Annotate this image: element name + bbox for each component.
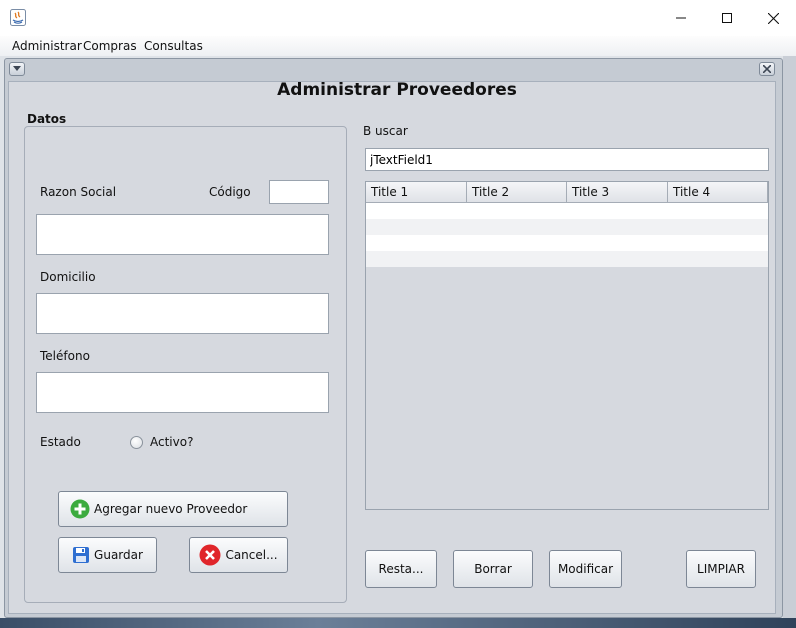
save-icon	[72, 546, 90, 564]
add-provider-label: Agregar nuevo Proveedor	[94, 502, 248, 516]
desktop-edge	[783, 56, 796, 618]
buscar-label: B uscar	[363, 124, 408, 138]
razon-social-field[interactable]	[36, 214, 329, 255]
codigo-label: Código	[209, 185, 251, 199]
clear-button[interactable]: LIMPIAR	[686, 550, 756, 588]
save-button[interactable]: Guardar	[58, 537, 157, 573]
minimize-icon	[676, 17, 686, 19]
taskbar-strip	[0, 618, 796, 628]
save-label: Guardar	[94, 548, 143, 562]
close-button[interactable]	[750, 0, 796, 36]
telefono-label: Teléfono	[40, 349, 90, 363]
search-input[interactable]	[365, 148, 769, 171]
activo-label: Activo?	[150, 435, 194, 449]
cancel-button[interactable]: Cancel...	[189, 537, 288, 573]
column-header-1[interactable]: Title 1	[366, 182, 467, 203]
menu-compras[interactable]: Compras	[83, 36, 137, 56]
menu-administrar[interactable]: Administrar	[12, 36, 82, 56]
menu-consultas[interactable]: Consultas	[144, 36, 203, 56]
table-row[interactable]	[366, 251, 768, 267]
minimize-button[interactable]	[658, 0, 704, 36]
frame-menu-button[interactable]	[9, 62, 25, 76]
add-provider-button[interactable]: Agregar nuevo Proveedor	[58, 491, 288, 527]
delete-button[interactable]: Borrar	[453, 550, 533, 588]
table-row[interactable]	[366, 203, 768, 219]
close-icon	[763, 65, 771, 73]
domicilio-field[interactable]	[36, 293, 329, 334]
close-icon	[767, 12, 779, 24]
domicilio-label: Domicilio	[40, 270, 96, 284]
maximize-icon	[722, 13, 732, 23]
cancel-label: Cancel...	[225, 548, 278, 562]
modify-button[interactable]: Modificar	[549, 550, 622, 588]
frame-close-button[interactable]	[759, 62, 775, 76]
add-icon	[70, 499, 90, 519]
activo-radio[interactable]	[130, 436, 143, 449]
column-header-4[interactable]: Title 4	[668, 182, 768, 203]
restore-button[interactable]: Resta...	[365, 550, 437, 588]
java-app-icon	[10, 9, 26, 26]
chevron-down-icon	[13, 66, 21, 71]
column-header-2[interactable]: Title 2	[467, 182, 567, 203]
telefono-field[interactable]	[36, 372, 329, 413]
table-row[interactable]	[366, 219, 768, 235]
column-header-3[interactable]: Title 3	[567, 182, 668, 203]
page-title: Administrar Proveedores	[277, 80, 517, 100]
cancel-icon	[199, 544, 221, 566]
estado-label: Estado	[40, 435, 81, 449]
maximize-button[interactable]	[704, 0, 750, 36]
datos-panel-title: Datos	[27, 112, 67, 126]
codigo-field[interactable]	[269, 180, 329, 204]
table-row[interactable]	[366, 235, 768, 251]
razon-social-label: Razon Social	[40, 185, 117, 199]
